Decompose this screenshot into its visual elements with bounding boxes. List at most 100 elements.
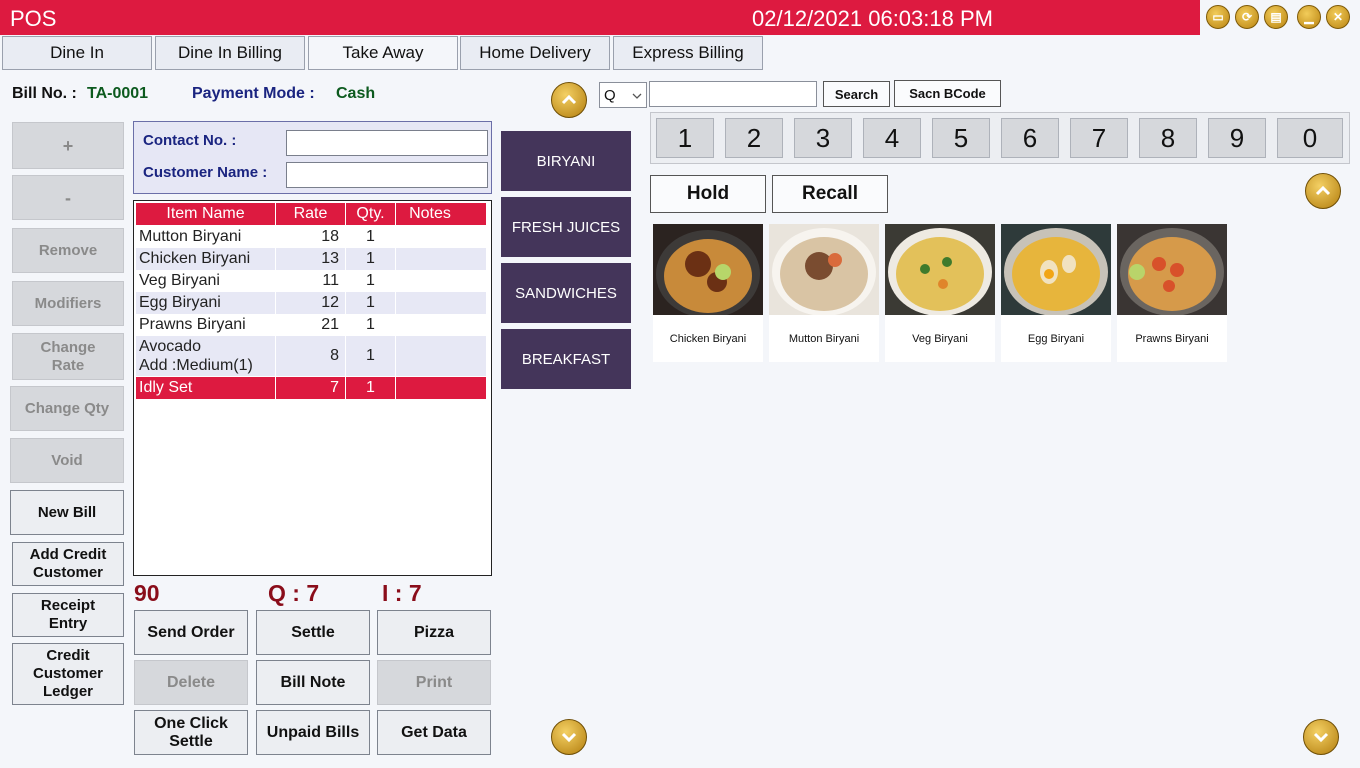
numpad-key-3[interactable]: 3 (794, 118, 852, 158)
category-fresh-juices[interactable]: FRESH JUICES (501, 197, 631, 257)
unpaid-bills-button[interactable]: Unpaid Bills (256, 710, 370, 755)
column-header-notes[interactable]: Notes (396, 203, 486, 225)
numpad-key-7[interactable]: 7 (1070, 118, 1128, 158)
product-veg-biryani[interactable]: Veg Biryani (885, 224, 995, 362)
bill-note-button[interactable]: Bill Note (256, 660, 370, 705)
keyboard-icon[interactable]: ▤ (1264, 5, 1288, 29)
cell-rate: 12 (276, 292, 346, 314)
column-header-rate[interactable]: Rate (276, 203, 346, 225)
search-input[interactable] (649, 81, 817, 107)
cell-item-name: Avocado Add :Medium(1) (136, 336, 276, 376)
table-row[interactable]: Mutton Biryani 18 1 (136, 226, 486, 248)
cell-qty: 1 (346, 314, 396, 336)
table-row[interactable]: Egg Biryani 12 1 (136, 292, 486, 314)
numpad-key-9[interactable]: 9 (1208, 118, 1266, 158)
hold-button[interactable]: Hold (650, 175, 766, 213)
refresh-icon[interactable]: ⟳ (1235, 5, 1259, 29)
table-row[interactable]: Veg Biryani 11 1 (136, 270, 486, 292)
category-scroll-up-button[interactable] (551, 82, 587, 118)
numpad-key-0[interactable]: 0 (1277, 118, 1343, 158)
credit-customer-ledger-button[interactable]: Credit Customer Ledger (12, 643, 124, 705)
product-egg-biryani[interactable]: Egg Biryani (1001, 224, 1111, 362)
search-button[interactable]: Search (823, 81, 890, 107)
get-data-button[interactable]: Get Data (377, 710, 491, 755)
close-icon[interactable]: ✕ (1326, 5, 1350, 29)
one-click-settle-button[interactable]: One Click Settle (134, 710, 248, 755)
pizza-button[interactable]: Pizza (377, 610, 491, 655)
product-chicken-biryani[interactable]: Chicken Biryani (653, 224, 763, 362)
numpad-key-2[interactable]: 2 (725, 118, 783, 158)
numpad-key-6[interactable]: 6 (1001, 118, 1059, 158)
product-name: Egg Biryani (1027, 332, 1085, 345)
chevron-up-icon (561, 94, 577, 105)
category-biryani[interactable]: BIRYANI (501, 131, 631, 191)
bill-no-value: TA-0001 (87, 85, 149, 102)
void-button[interactable]: Void (10, 438, 124, 483)
category-breakfast[interactable]: BREAKFAST (501, 329, 631, 389)
search-mode-value: Q (604, 86, 616, 104)
tab-take-away[interactable]: Take Away (308, 36, 458, 70)
receipt-entry-button[interactable]: Receipt Entry (12, 593, 124, 637)
chevron-down-icon (632, 93, 642, 99)
change-qty-button[interactable]: Change Qty (10, 386, 124, 431)
search-mode-select[interactable]: Q (599, 82, 647, 108)
tab-dine-in[interactable]: Dine In (2, 36, 152, 70)
cell-qty: 1 (346, 377, 396, 399)
column-header-item-name[interactable]: Item Name (136, 203, 276, 225)
decrease-qty-button[interactable]: - (12, 175, 124, 220)
cell-item-name: Chicken Biryani (136, 248, 276, 270)
change-rate-button[interactable]: Change Rate (12, 333, 124, 380)
settle-button[interactable]: Settle (256, 610, 370, 655)
category-sandwiches[interactable]: SANDWICHES (501, 263, 631, 323)
product-image (885, 224, 995, 315)
contact-no-label: Contact No. : (143, 132, 237, 149)
numpad-key-8[interactable]: 8 (1139, 118, 1197, 158)
product-scroll-down-button[interactable] (1303, 719, 1339, 755)
cell-rate: 13 (276, 248, 346, 270)
cell-item-name: Prawns Biryani (136, 314, 276, 336)
product-prawns-biryani[interactable]: Prawns Biryani (1117, 224, 1227, 362)
total-items: I : 7 (382, 580, 422, 606)
app-title: POS (10, 6, 57, 31)
minimize-icon[interactable]: ▁ (1297, 5, 1321, 29)
tab-home-delivery[interactable]: Home Delivery (460, 36, 610, 70)
numpad-key-5[interactable]: 5 (932, 118, 990, 158)
table-header: Item Name Rate Qty. Notes (136, 203, 486, 225)
table-row[interactable]: Avocado Add :Medium(1) 8 1 (136, 336, 486, 376)
delete-button[interactable]: Delete (134, 660, 248, 705)
datetime-display: 02/12/2021 06:03:18 PM (752, 6, 993, 31)
product-scroll-up-button[interactable] (1305, 173, 1341, 209)
cell-item-name: Veg Biryani (136, 270, 276, 292)
product-name: Veg Biryani (912, 332, 968, 345)
customer-name-input[interactable] (286, 162, 488, 188)
send-order-button[interactable]: Send Order (134, 610, 248, 655)
remove-button[interactable]: Remove (12, 228, 124, 273)
add-credit-customer-button[interactable]: Add Credit Customer (12, 542, 124, 586)
numpad-key-4[interactable]: 4 (863, 118, 921, 158)
modifiers-button[interactable]: Modifiers (12, 281, 124, 326)
print-icon[interactable]: ▭ (1206, 5, 1230, 29)
table-row-selected[interactable]: Idly Set 7 1 (136, 377, 486, 399)
numpad-key-1[interactable]: 1 (656, 118, 714, 158)
product-mutton-biryani[interactable]: Mutton Biryani (769, 224, 879, 362)
cell-item-name: Egg Biryani (136, 292, 276, 314)
product-image (1001, 224, 1111, 315)
title-bar (0, 0, 1360, 35)
contact-no-input[interactable] (286, 130, 488, 156)
new-bill-button[interactable]: New Bill (10, 490, 124, 535)
table-row[interactable]: Prawns Biryani 21 1 (136, 314, 486, 336)
rice (664, 239, 752, 313)
increase-qty-button[interactable]: + (12, 122, 124, 169)
scan-barcode-button[interactable]: Sacn BCode (894, 80, 1001, 107)
table-row[interactable]: Chicken Biryani 13 1 (136, 248, 486, 270)
tab-dine-in-billing[interactable]: Dine In Billing (155, 36, 305, 70)
payment-mode-label: Payment Mode : (192, 85, 315, 102)
category-scroll-down-button[interactable] (551, 719, 587, 755)
tab-express-billing[interactable]: Express Billing (613, 36, 763, 70)
cell-notes (396, 377, 486, 399)
column-header-qty[interactable]: Qty. (346, 203, 396, 225)
cell-notes (396, 226, 486, 248)
recall-button[interactable]: Recall (772, 175, 888, 213)
print-button[interactable]: Print (377, 660, 491, 705)
product-image (1117, 224, 1227, 315)
